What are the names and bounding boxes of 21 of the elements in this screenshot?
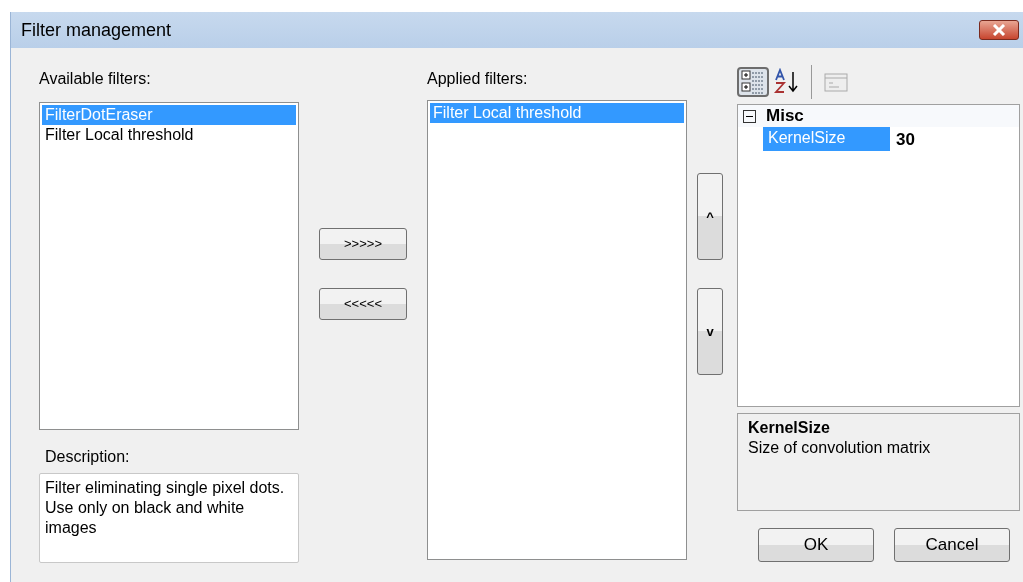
- move-button[interactable]: ^: [697, 173, 723, 260]
- transfer-button[interactable]: >>>>>: [319, 228, 407, 260]
- transfer-button[interactable]: <<<<<: [319, 288, 407, 320]
- list-item[interactable]: Filter Local threshold: [42, 125, 296, 145]
- help-text: Size of convolution matrix: [748, 438, 932, 458]
- expander-icon[interactable]: [743, 109, 756, 123]
- description-text: Filter eliminating single pixel dots. Use only on black and white images: [39, 473, 299, 563]
- move-button[interactable]: v: [697, 288, 723, 375]
- categorized-view-icon[interactable]: [737, 67, 769, 97]
- close-icon: [992, 24, 1006, 36]
- close-button[interactable]: [979, 20, 1019, 40]
- property-value-field[interactable]: 30: [890, 127, 915, 151]
- available-filters-label: Available filters:: [39, 70, 152, 88]
- dialog-button[interactable]: OK: [758, 528, 874, 562]
- applied-filters-label: Applied filters:: [427, 70, 529, 88]
- description-label: Description:: [45, 448, 131, 466]
- available-filters-list[interactable]: FilterDotEraser Filter Local threshold: [39, 102, 299, 430]
- help-title: KernelSize: [748, 418, 831, 438]
- window-title: Filter management: [21, 18, 172, 42]
- dialog-button[interactable]: Cancel: [894, 528, 1010, 562]
- category-name: Misc: [766, 105, 804, 128]
